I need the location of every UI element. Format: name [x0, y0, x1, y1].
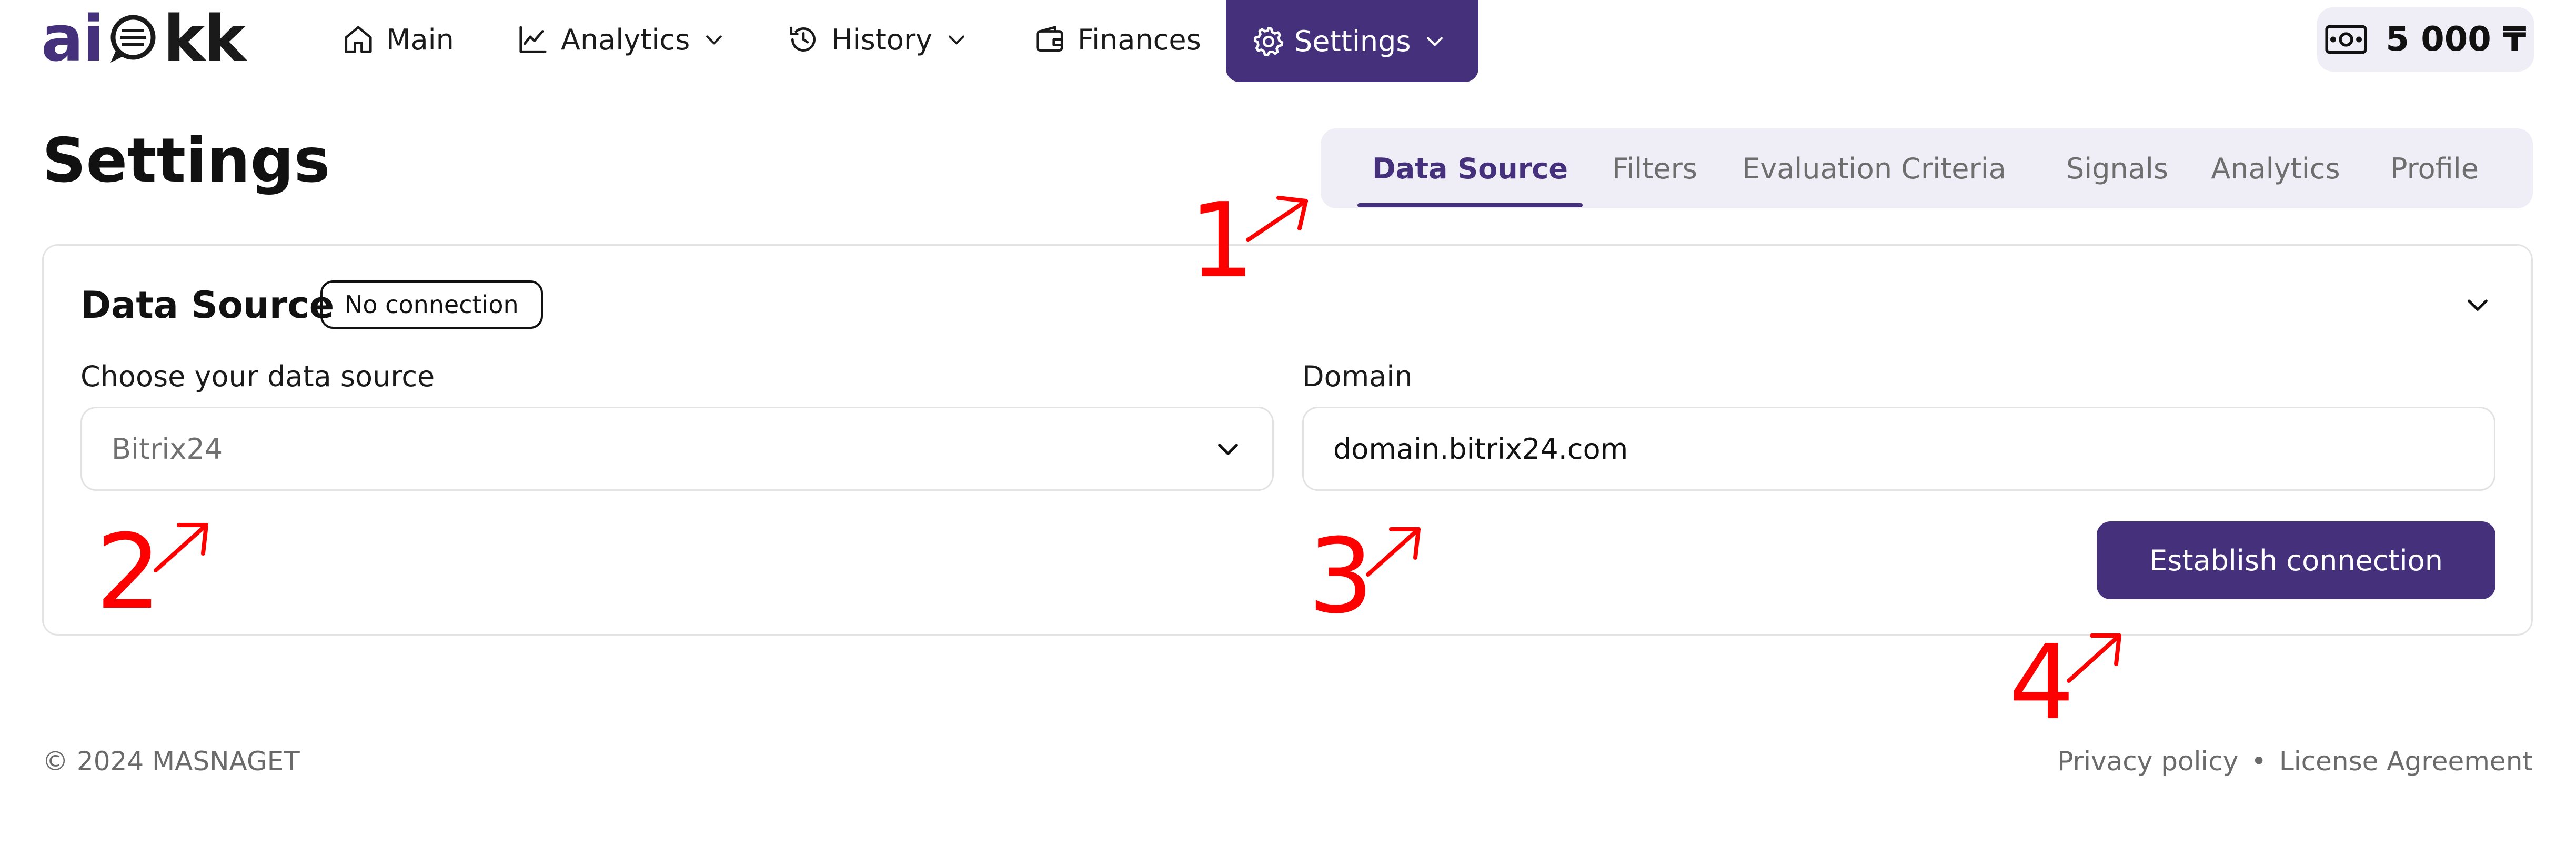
footer-links: Privacy policy • License Agreement — [2057, 748, 2533, 774]
tab-data-source[interactable]: Data Source — [1357, 128, 1583, 208]
nav-analytics[interactable]: Analytics — [517, 1, 726, 78]
footer-copyright: © 2024 MASNAGET — [42, 746, 300, 777]
nav-history[interactable]: History — [787, 1, 968, 78]
history-icon — [790, 26, 816, 52]
wallet-icon — [1036, 26, 1063, 52]
establish-connection-button[interactable]: Establish connection — [2097, 521, 2496, 599]
balance-badge[interactable]: 5 000 ₸ — [2317, 7, 2534, 72]
logo-text-ai: ai — [41, 3, 104, 76]
chevron-down-icon — [949, 35, 964, 45]
license-agreement-link[interactable]: License Agreement — [2279, 748, 2533, 774]
home-icon — [345, 26, 372, 53]
tab-analytics[interactable]: Analytics — [2199, 128, 2352, 208]
settings-tabs: Data Source Filters Evaluation Criteria … — [1321, 128, 2533, 208]
data-source-select[interactable]: Bitrix24 — [80, 407, 1274, 491]
footer-separator: • — [2251, 746, 2267, 777]
tab-filters[interactable]: Filters — [1605, 128, 1705, 208]
balance-value: 5 000 ₸ — [2386, 20, 2527, 59]
step-annotation-3: 3 — [1308, 525, 1421, 628]
line-chart-icon — [519, 26, 547, 53]
nav-finances-label: Finances — [1078, 23, 1201, 56]
step-annotation-1: 1 — [1189, 189, 1308, 293]
status-badge: No connection — [320, 280, 543, 329]
nav-settings-label: Settings — [1294, 24, 1411, 58]
chevron-down-icon — [1218, 444, 1238, 455]
data-source-card: Data Source No connection Choose your da… — [42, 244, 2533, 636]
logo[interactable]: ai kk — [41, 3, 246, 76]
domain-input[interactable] — [1302, 407, 2496, 491]
tab-signals[interactable]: Signals — [2041, 128, 2193, 208]
data-source-label: Choose your data source — [80, 360, 435, 393]
nav-settings[interactable]: Settings — [1226, 0, 1478, 82]
nav-finances[interactable]: Finances — [1033, 1, 1204, 78]
arrow-icon — [1366, 527, 1421, 577]
card-title: Data Source — [80, 284, 335, 327]
gear-icon — [1253, 27, 1284, 56]
nav-analytics-label: Analytics — [561, 23, 690, 56]
collapse-toggle[interactable] — [2461, 288, 2494, 321]
privacy-policy-link[interactable]: Privacy policy — [2057, 748, 2238, 774]
step-annotation-4: 4 — [2009, 631, 2121, 734]
arrow-icon — [2067, 633, 2121, 683]
step-annotation-2: 2 — [96, 521, 208, 624]
chevron-down-icon — [1427, 37, 1443, 46]
logo-text-kk: kk — [163, 3, 246, 76]
speech-bubble-icon — [110, 15, 156, 63]
arrow-icon — [1246, 196, 1308, 242]
chevron-down-icon — [2468, 299, 2488, 311]
chevron-down-icon — [706, 35, 722, 45]
nav-history-label: History — [831, 23, 933, 56]
banknote-icon — [2325, 25, 2367, 54]
data-source-value: Bitrix24 — [112, 432, 223, 466]
domain-label: Domain — [1302, 360, 1413, 393]
tab-evaluation-criteria[interactable]: Evaluation Criteria — [1736, 128, 2012, 208]
page-title: Settings — [42, 125, 330, 196]
nav-main[interactable]: Main — [342, 1, 457, 78]
tab-profile[interactable]: Profile — [2365, 128, 2504, 208]
arrow-icon — [154, 523, 208, 572]
nav-main-label: Main — [386, 23, 454, 56]
